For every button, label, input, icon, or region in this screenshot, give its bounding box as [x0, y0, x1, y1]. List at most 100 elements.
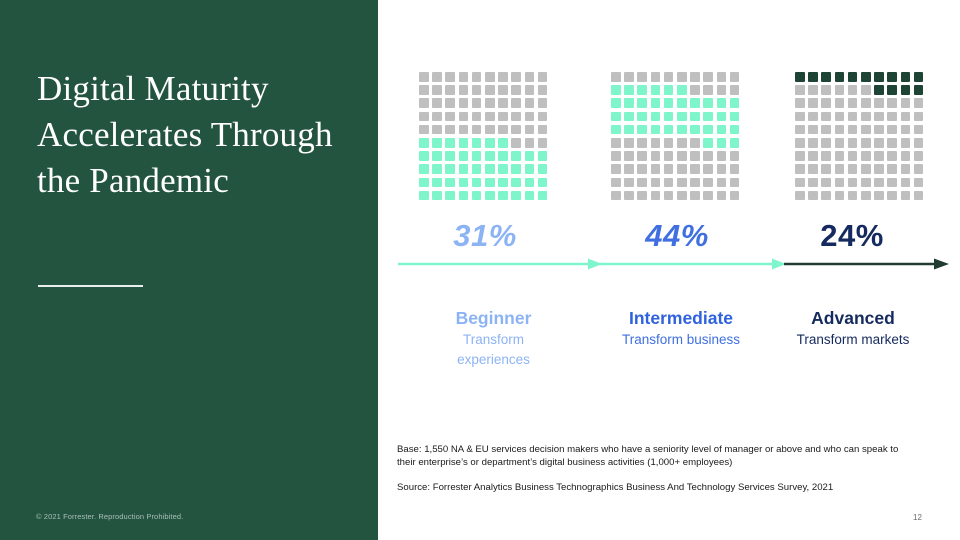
- percent-intermediate: 44%: [645, 218, 709, 253]
- percent-advanced: 24%: [820, 218, 884, 253]
- waffle-cell: [511, 111, 521, 122]
- waffle-cell: [795, 177, 805, 188]
- waffle-cell: [524, 151, 535, 161]
- waffle-cell: [498, 137, 508, 148]
- waffle-cell: [913, 137, 924, 148]
- waffle-cell: [524, 85, 535, 95]
- waffle-cell: [458, 137, 469, 148]
- waffle-cell: [676, 190, 687, 201]
- arrow-svg: [398, 258, 949, 270]
- waffle-cell: [729, 177, 740, 188]
- waffle-cell: [498, 190, 508, 201]
- waffle-cell: [716, 111, 727, 122]
- waffle-cell: [834, 177, 845, 188]
- waffle-cell: [913, 151, 924, 161]
- stage-name-advanced: Advanced: [811, 308, 895, 328]
- waffle-cell: [537, 137, 548, 148]
- waffle-cell: [808, 98, 818, 108]
- waffle-cell: [524, 137, 535, 148]
- footnotes: Base: 1,550 NA & EU services decision ma…: [397, 443, 917, 494]
- waffle-cell: [900, 111, 911, 122]
- waffle-cell: [419, 98, 429, 108]
- waffle-cell: [795, 111, 805, 122]
- waffle-cell: [821, 111, 831, 122]
- waffle-cell: [703, 98, 713, 108]
- waffle-cell: [887, 85, 897, 95]
- waffle-cell: [913, 177, 924, 188]
- waffle-cell: [432, 124, 442, 135]
- waffle-cell: [900, 85, 911, 95]
- waffle-cell: [703, 164, 713, 174]
- waffle-cell: [913, 98, 924, 108]
- waffle-cell: [860, 190, 871, 201]
- waffle-cell: [524, 98, 535, 108]
- waffle-cell: [874, 177, 884, 188]
- stage-label-beginner: Beginner Transform experiences: [426, 308, 561, 370]
- waffle-cell: [637, 124, 647, 135]
- waffle-cell: [650, 137, 661, 148]
- waffle-cell: [445, 164, 455, 174]
- arrow-head-2-icon: [772, 258, 786, 270]
- waffle-cell: [432, 111, 442, 122]
- waffle-cell: [716, 72, 727, 82]
- waffle-cell: [458, 72, 469, 82]
- waffle-cell: [650, 190, 661, 201]
- title-divider: [38, 285, 143, 287]
- waffle-cell: [432, 151, 442, 161]
- waffle-cell: [703, 124, 713, 135]
- waffle-cell: [445, 98, 455, 108]
- waffle-cell: [419, 151, 429, 161]
- footnote-base: Base: 1,550 NA & EU services decision ma…: [397, 444, 899, 469]
- waffle-cell: [484, 190, 495, 201]
- stage-subtitle-advanced: Transform markets: [796, 332, 910, 347]
- waffle-cell: [498, 98, 508, 108]
- waffle-cell: [795, 72, 805, 82]
- waffle-cell: [860, 151, 871, 161]
- waffle-cell: [821, 124, 831, 135]
- waffle-cell: [874, 137, 884, 148]
- waffle-cell: [900, 72, 911, 82]
- waffle-cell: [821, 164, 831, 174]
- maturity-progression-arrow: [398, 257, 950, 271]
- waffle-cell: [847, 151, 858, 161]
- page-title: Digital Maturity Accelerates Through the…: [37, 69, 333, 200]
- waffle-cell: [537, 164, 548, 174]
- waffle-cell: [663, 137, 674, 148]
- waffle-cell: [821, 72, 831, 82]
- waffle-cell: [419, 85, 429, 95]
- waffle-cell: [611, 85, 621, 95]
- waffle-cell: [445, 177, 455, 188]
- waffle-cell: [834, 137, 845, 148]
- waffle-cell: [663, 177, 674, 188]
- waffle-cell: [834, 151, 845, 161]
- waffle-cell: [445, 85, 455, 95]
- waffle-cell: [860, 177, 871, 188]
- waffle-cell: [887, 177, 897, 188]
- waffle-cell: [524, 164, 535, 174]
- waffle-cell: [624, 190, 634, 201]
- waffle-cell: [419, 190, 429, 201]
- waffle-cell: [471, 151, 482, 161]
- waffle-cell: [458, 190, 469, 201]
- waffle-cell: [611, 190, 621, 201]
- waffle-cell: [913, 111, 924, 122]
- waffle-cell: [703, 190, 713, 201]
- stage-subtitle-intermediate: Transform business: [621, 332, 741, 347]
- waffle-cell: [874, 190, 884, 201]
- waffle-cell: [690, 85, 700, 95]
- waffle-cell: [703, 111, 713, 122]
- waffle-cell: [913, 72, 924, 82]
- waffle-cell: [808, 137, 818, 148]
- waffle-cell: [471, 85, 482, 95]
- waffle-cell: [913, 124, 924, 135]
- waffle-cell: [795, 137, 805, 148]
- waffle-cell: [808, 190, 818, 201]
- waffle-cell: [887, 72, 897, 82]
- waffle-cell: [624, 85, 634, 95]
- stage-label-intermediate: Intermediate Transform business: [597, 308, 765, 350]
- waffle-cell: [484, 85, 495, 95]
- waffle-cell: [637, 98, 647, 108]
- waffle-cell: [498, 111, 508, 122]
- waffle-cell: [821, 151, 831, 161]
- waffle-cell: [913, 190, 924, 201]
